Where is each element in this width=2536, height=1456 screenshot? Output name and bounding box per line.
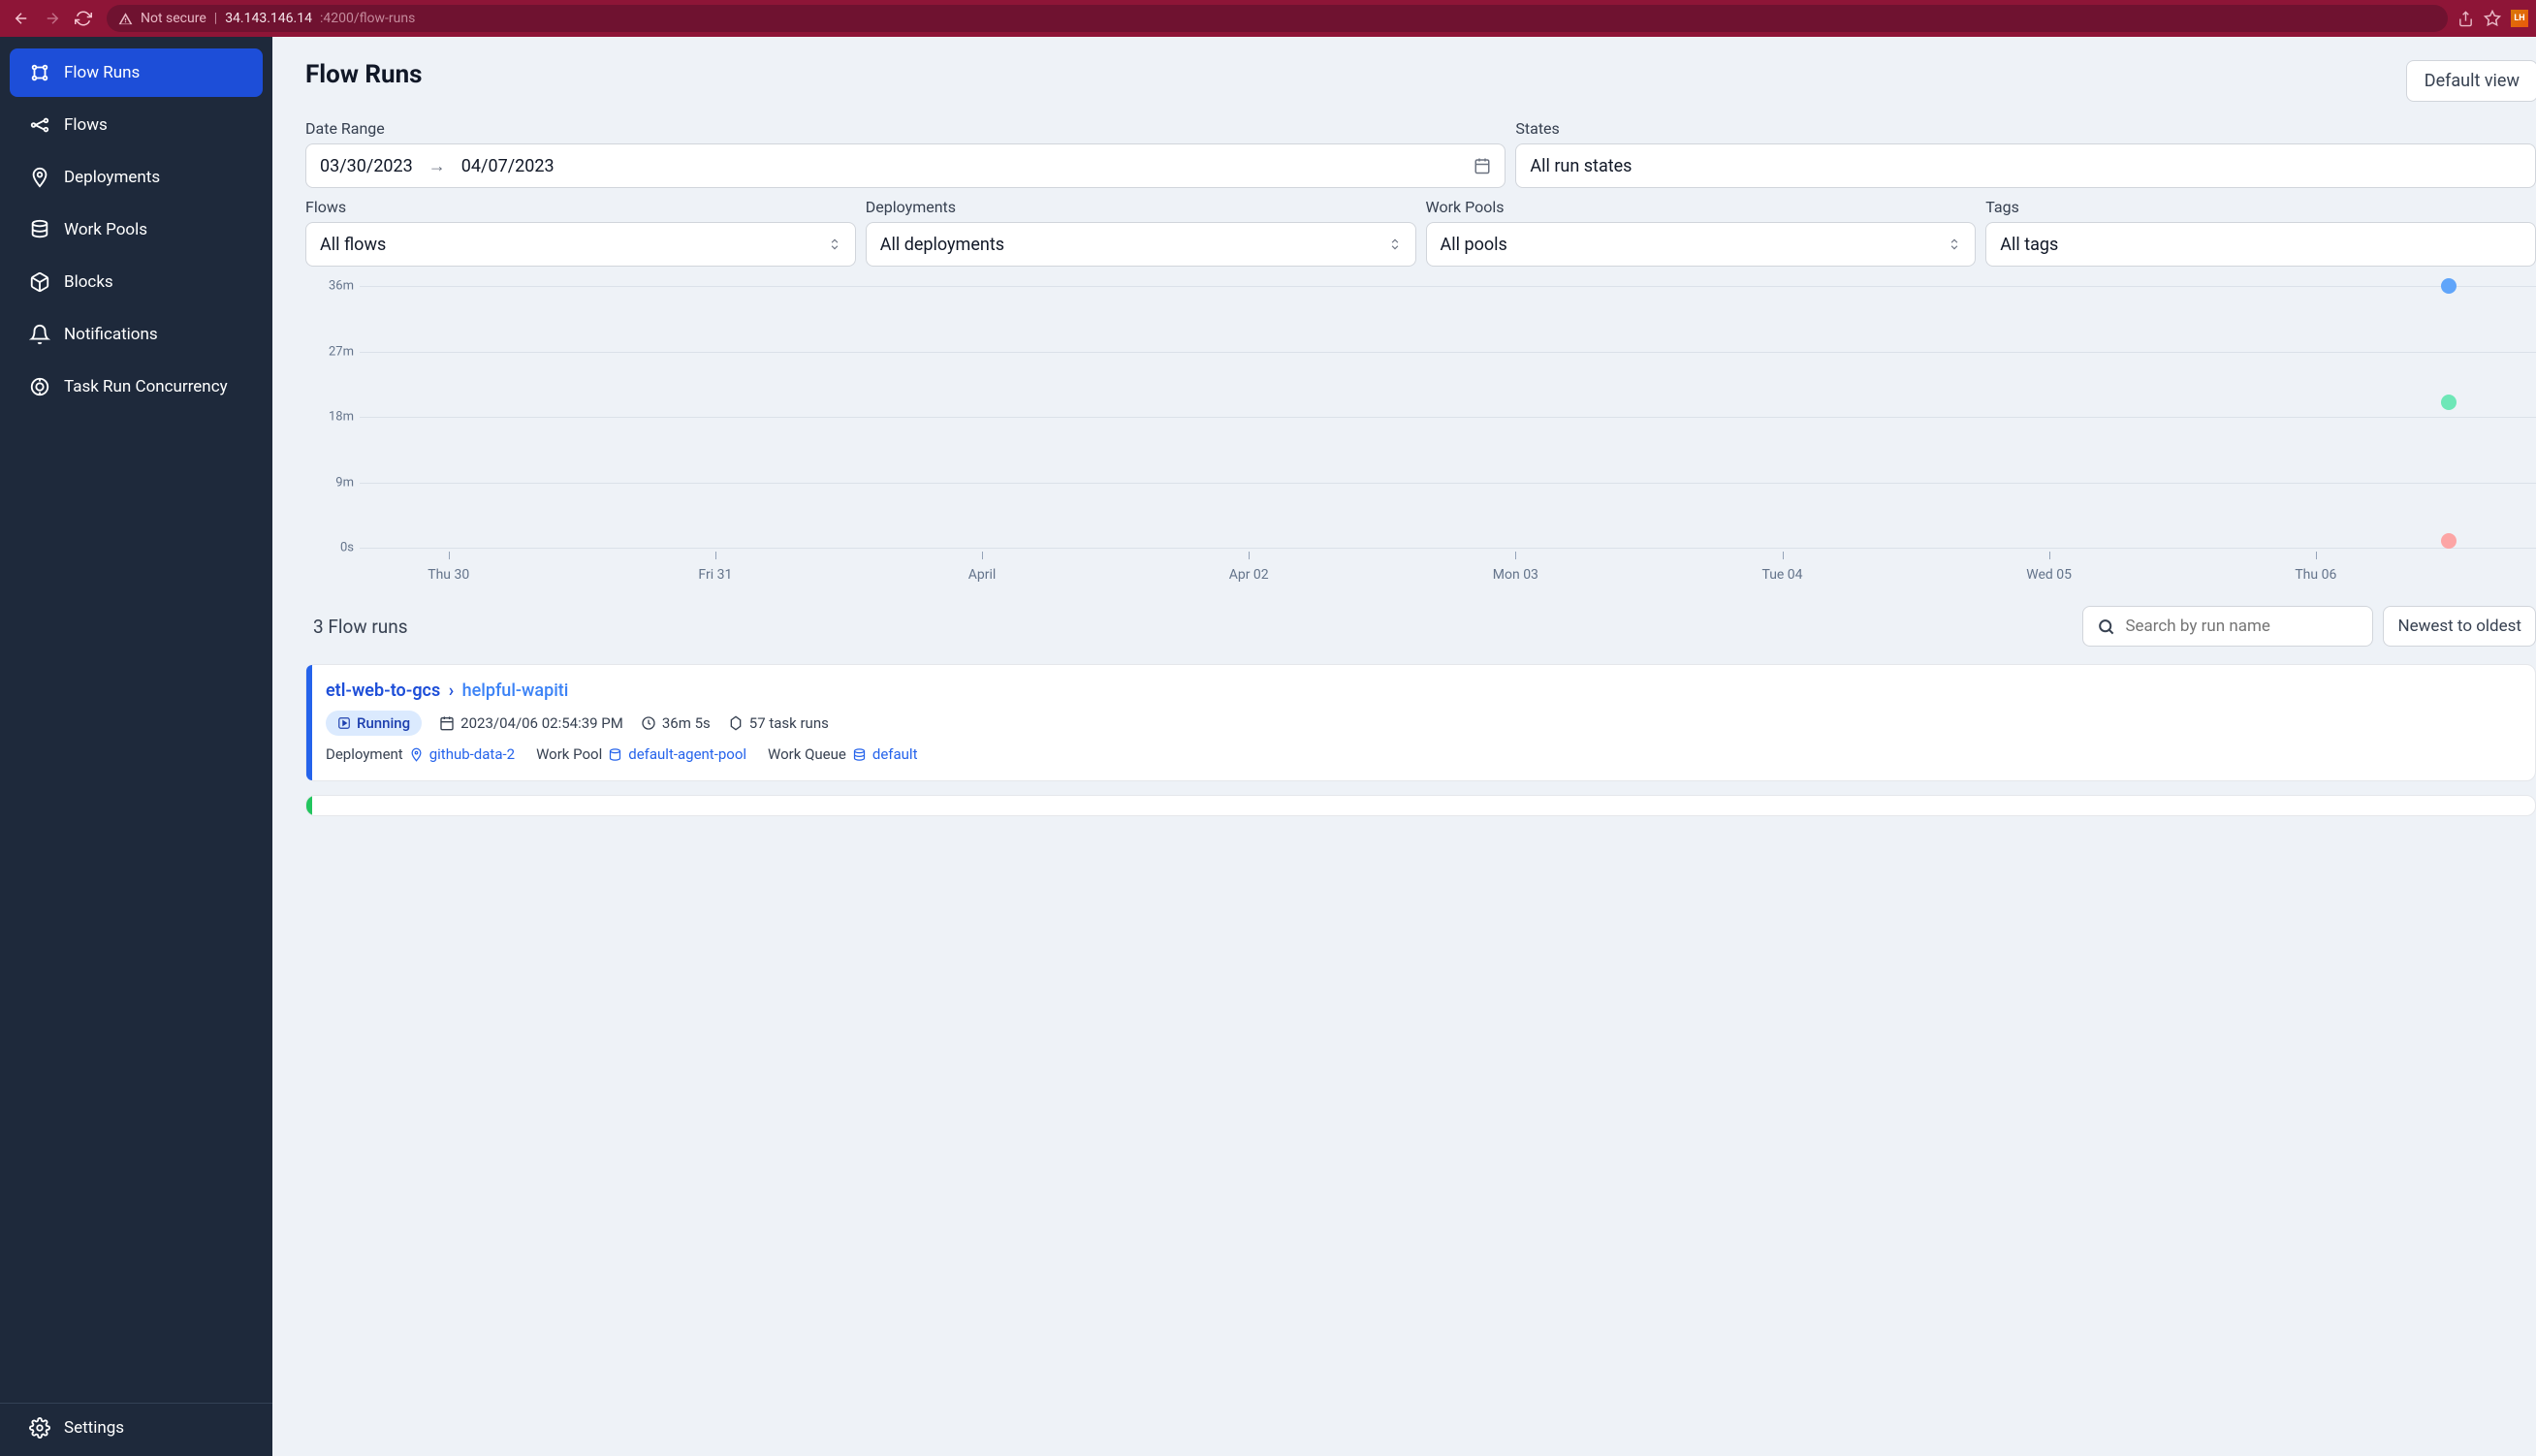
blocks-icon [29,271,50,293]
deployments-icon [29,167,50,188]
sidebar-item-label: Blocks [64,272,113,292]
sidebar-item-label: Flows [64,115,108,135]
work-pools-filter-label: Work Pools [1426,198,1977,216]
sidebar-item-label: Work Pools [64,220,147,239]
sidebar-item-settings[interactable]: Settings [10,1404,263,1452]
calendar-icon [1474,157,1491,174]
profile-avatar[interactable]: LH [2511,10,2528,27]
clock-icon [641,715,656,731]
sidebar-item-notifications[interactable]: Notifications [10,310,263,359]
url-host: 34.143.146.14 [225,11,312,26]
sidebar-item-task-run-concurrency[interactable]: Task Run Concurrency [10,363,263,411]
sidebar-item-flow-runs[interactable]: Flow Runs [10,48,263,97]
concurrency-icon [29,376,50,397]
flow-runs-count: 3 Flow runs [313,616,408,638]
sidebar: Flow Runs Flows Deployments Work Pools [0,37,272,1456]
bell-icon [29,324,50,345]
flow-runs-icon [29,62,50,83]
deployments-value: All deployments [880,235,1004,255]
deployments-select[interactable]: All deployments [866,222,1416,267]
tags-value: All tags [2000,235,2058,255]
flows-value: All flows [320,235,386,255]
chevron-updown-icon [828,237,841,251]
work-pool-link[interactable]: default-agent-pool [628,745,746,763]
states-select[interactable]: All run states [1515,143,2536,188]
duration-chart: 0s9m18m27m36mThu 30Fri 31AprilApr 02Mon … [313,286,2536,586]
search-icon [2097,617,2115,636]
work-pool-label: Work Pool [536,745,602,763]
deployment-icon [409,747,424,762]
sidebar-item-flows[interactable]: Flows [10,101,263,149]
flows-icon [29,114,50,136]
task-runs-count: 57 task runs [749,714,829,732]
sidebar-item-label: Notifications [64,325,158,344]
browser-toolbar: Not secure | 34.143.146.14 :4200/flow-run… [0,0,2536,37]
date-range-input[interactable]: 03/30/2023 → 04/07/2023 [305,143,1506,188]
chart-point[interactable] [2441,533,2457,549]
tags-select[interactable]: All tags [1985,222,2536,267]
separator: | [214,11,217,26]
warning-icon [118,12,133,26]
run-name-link[interactable]: helpful-wapiti [462,681,569,701]
sidebar-item-label: Settings [64,1418,124,1438]
star-icon[interactable] [2484,10,2501,27]
arrow-icon: → [428,156,446,176]
work-pools-value: All pools [1441,235,1507,255]
states-label: States [1515,119,2536,138]
page-title: Flow Runs [305,60,423,89]
flows-select[interactable]: All flows [305,222,856,267]
arrow-right-icon [44,10,61,27]
share-icon[interactable] [2457,11,2474,27]
flow-run-card[interactable]: etl-web-to-gcs › helpful-wapiti Running … [305,664,2536,781]
sidebar-item-blocks[interactable]: Blocks [10,258,263,306]
forward-button[interactable] [39,5,66,32]
run-timestamp: 2023/04/06 02:54:39 PM [460,714,623,732]
state-badge: Running [326,711,422,736]
run-duration: 36m 5s [662,714,711,732]
url-path: :4200/flow-runs [320,11,415,26]
reload-icon [75,10,92,27]
work-pool-icon [608,747,622,762]
sidebar-item-deployments[interactable]: Deployments [10,153,263,202]
flow-run-card[interactable] [305,795,2536,816]
date-start: 03/30/2023 [320,156,413,176]
date-end: 04/07/2023 [461,156,555,176]
tags-filter-label: Tags [1985,198,2536,216]
back-button[interactable] [8,5,35,32]
deployment-link[interactable]: github-data-2 [429,745,515,763]
search-input[interactable] [2125,617,2359,636]
chevron-updown-icon [1948,237,1961,251]
task-icon [728,715,744,731]
deployments-filter-label: Deployments [866,198,1416,216]
work-queue-icon [852,747,867,762]
address-bar[interactable]: Not secure | 34.143.146.14 :4200/flow-run… [107,5,2448,32]
sidebar-item-work-pools[interactable]: Work Pools [10,206,263,254]
work-queue-label: Work Queue [768,745,846,763]
security-label: Not secure [141,11,206,26]
flow-link[interactable]: etl-web-to-gcs [326,681,440,701]
sidebar-item-label: Deployments [64,168,160,187]
calendar-icon [439,715,455,731]
chevron-right-icon: › [449,681,454,701]
deployment-label: Deployment [326,745,403,763]
arrow-left-icon [13,10,30,27]
states-value: All run states [1530,156,1632,176]
work-pools-icon [29,219,50,240]
sort-select[interactable]: Newest to oldest [2383,606,2536,647]
reload-button[interactable] [70,5,97,32]
play-icon [337,716,351,730]
view-selector-button[interactable]: Default view [2406,60,2536,102]
main-content: Flow Runs Default view Date Range 03/30/… [272,37,2536,1456]
flows-label: Flows [305,198,856,216]
work-pools-select[interactable]: All pools [1426,222,1977,267]
date-range-label: Date Range [305,119,1506,138]
chart-point[interactable] [2441,278,2457,294]
gear-icon [29,1417,50,1439]
search-input-wrapper[interactable] [2082,606,2373,647]
chart-point[interactable] [2441,395,2457,410]
sidebar-item-label: Flow Runs [64,63,140,82]
sidebar-item-label: Task Run Concurrency [64,377,228,396]
work-queue-link[interactable]: default [872,745,918,763]
chevron-updown-icon [1388,237,1402,251]
